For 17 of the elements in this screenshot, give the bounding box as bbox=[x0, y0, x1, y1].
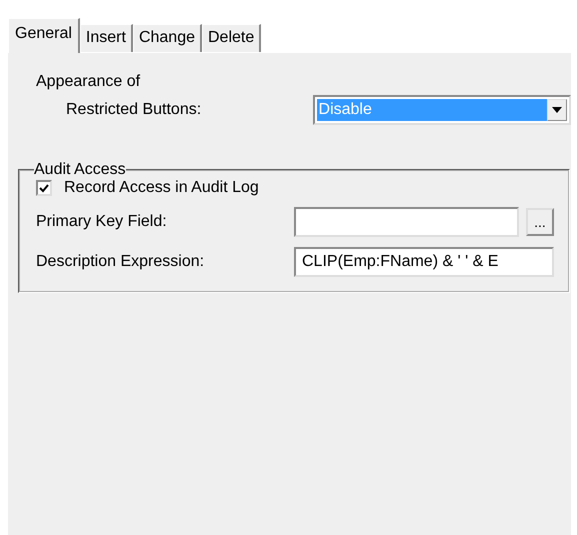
dropdown-value: Disable bbox=[316, 99, 547, 121]
field-label: Description Expression: bbox=[36, 253, 204, 270]
caret-icon bbox=[552, 107, 562, 113]
input-field[interactable] bbox=[294, 207, 519, 237]
tab[interactable]: Change bbox=[132, 24, 202, 52]
browse-button[interactable]: ... bbox=[526, 208, 554, 236]
check-icon bbox=[39, 184, 49, 192]
tab[interactable]: Insert bbox=[80, 24, 133, 52]
field-label: Primary Key Field: bbox=[36, 213, 167, 230]
field-label: Restricted Buttons: bbox=[66, 101, 202, 118]
section-label: Appearance of bbox=[36, 73, 140, 90]
tab[interactable]: General bbox=[8, 18, 80, 53]
input-field[interactable]: CLIP(Emp:FName) & ' ' & E bbox=[294, 247, 554, 277]
tab[interactable]: Delete bbox=[202, 24, 262, 52]
checkbox[interactable] bbox=[36, 180, 52, 196]
group-title: Audit Access bbox=[34, 161, 126, 178]
checkbox-label: Record Access in Audit Log bbox=[64, 179, 259, 197]
